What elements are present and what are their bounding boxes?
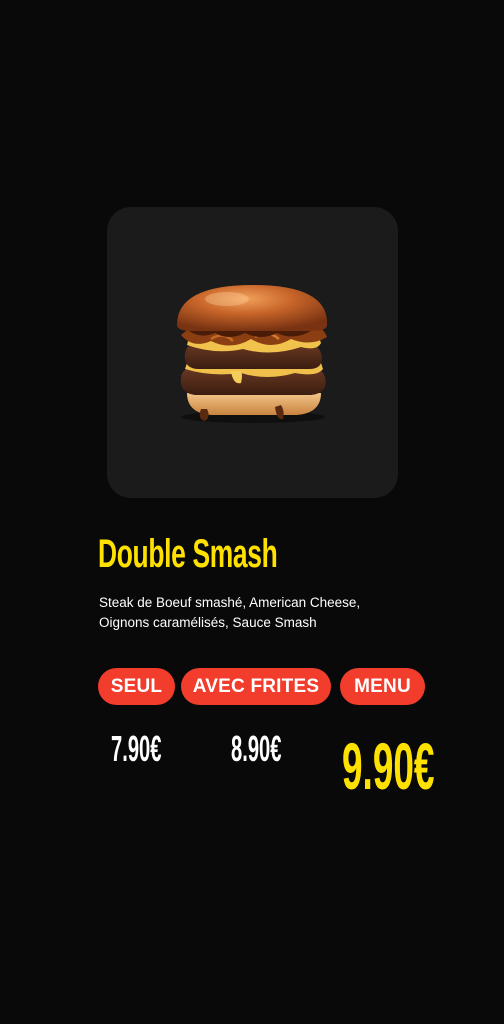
price-seul: 7.90€ [111,728,162,769]
price-menu: 9.90€ [342,729,435,803]
product-title: Double Smash [98,532,278,576]
burger-image [177,285,328,423]
price-avec-frites: 8.90€ [231,728,282,769]
option-seul-button[interactable]: SEUL [98,668,175,705]
product-image-card [107,207,398,498]
option-menu-button[interactable]: MENU [340,668,425,705]
option-avec-frites-button[interactable]: AVEC FRITES [181,668,331,705]
product-description: Steak de Boeuf smashé, American Cheese, … [99,595,361,630]
